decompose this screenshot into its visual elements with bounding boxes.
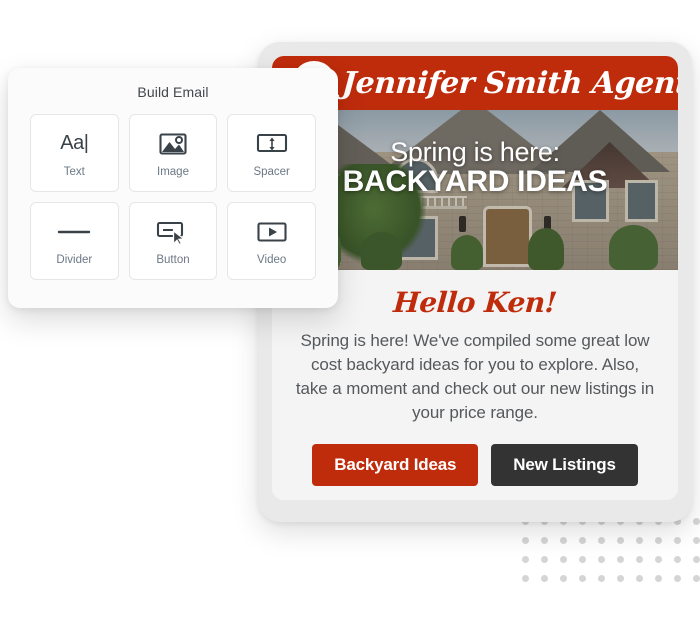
image-icon	[158, 129, 188, 159]
panel-title: Build Email	[137, 84, 209, 100]
text-icon: Aa|	[60, 129, 89, 159]
block-video[interactable]: Video	[227, 202, 316, 280]
block-divider[interactable]: Divider	[30, 202, 119, 280]
block-image[interactable]: Image	[128, 114, 218, 192]
email-cta-row: Backyard Ideas New Listings	[294, 443, 656, 486]
new-listings-button[interactable]: New Listings	[491, 443, 638, 486]
screenshot-stage: JS Jennifer Smith Agent	[0, 0, 700, 630]
block-grid: Aa| Text Image Spacer Divider Button Vid…	[30, 114, 316, 280]
block-label: Text	[63, 165, 85, 178]
text-icon-glyph: Aa|	[60, 132, 89, 154]
block-label: Divider	[56, 253, 93, 266]
email-greeting: Hello Ken!	[392, 286, 558, 319]
build-email-panel: Build Email Aa| Text Image Spacer Divide…	[8, 68, 338, 308]
block-label: Spacer	[253, 165, 290, 178]
spacer-icon	[256, 129, 288, 159]
block-spacer[interactable]: Spacer	[227, 114, 316, 192]
backyard-ideas-button[interactable]: Backyard Ideas	[312, 443, 479, 486]
video-icon	[256, 217, 288, 247]
button-icon	[156, 217, 190, 247]
block-text[interactable]: Aa| Text	[30, 114, 119, 192]
block-label: Button	[156, 253, 190, 266]
email-paragraph: Spring is here! We've compiled some grea…	[295, 331, 655, 423]
block-button[interactable]: Button	[128, 202, 218, 280]
block-label: Video	[257, 253, 287, 266]
divider-icon	[57, 217, 91, 247]
decorative-dot-grid	[522, 518, 700, 598]
brand-name: Jennifer Smith Agent	[340, 65, 678, 101]
block-label: Image	[157, 165, 189, 178]
